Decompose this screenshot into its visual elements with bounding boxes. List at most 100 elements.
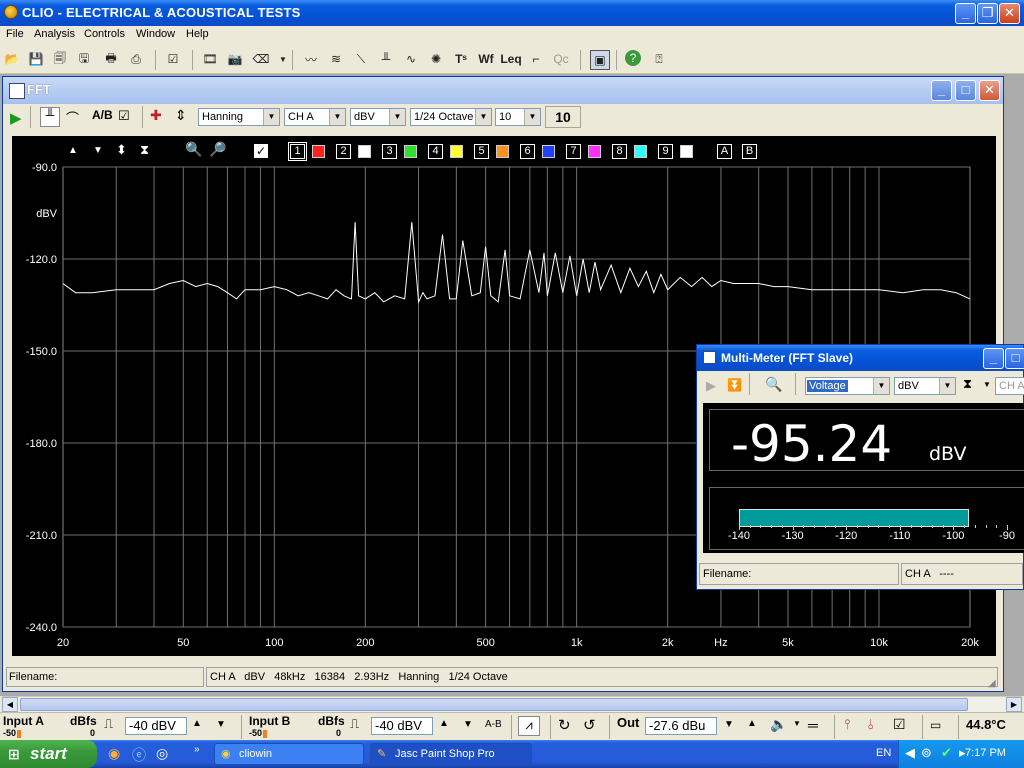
multimeter-title: Multi-Meter (FFT Slave) [721,351,854,365]
firefox-icon[interactable]: ◉ [108,745,120,762]
mic-power-icon[interactable]: ⫯ [844,716,850,733]
mic-phantom-icon[interactable]: ⫰ [868,716,874,733]
mm-range-dropdown-icon[interactable]: ▼ [983,380,991,389]
mm-reading-unit: dBV [929,443,967,465]
input-b-down-icon[interactable]: ▼ [463,719,473,730]
input-b-pulse-icon[interactable]: ⎍ [350,716,359,732]
y-tick-label: -240.0 [26,622,57,634]
mm-channel-select[interactable]: CH A [995,377,1024,395]
multimeter-minimize-button[interactable]: _ [983,348,1004,369]
calibration-icon[interactable]: ☑ [893,716,906,733]
a-minus-b-button[interactable]: A-B [485,719,502,730]
mm-bar-tick-label: -100 [942,530,965,542]
out-up-icon[interactable]: ▲ [747,718,757,729]
task-cliowin[interactable]: ◉ cliowin [214,743,364,765]
task-paint-shop-pro[interactable]: ✎ Jasc Paint Shop Pro [370,743,532,765]
speaker-dropdown-icon[interactable]: ▼ [793,719,801,728]
x-tick-label: 50 [177,637,189,649]
y-tick-label: -120.0 [26,254,57,266]
input-b-label: Input B [249,714,291,728]
tray-network-icon[interactable]: ⊚ [921,745,932,761]
tray-check-icon[interactable]: ✔ [941,745,952,761]
mm-zoom-icon[interactable]: 🔍 [765,376,782,393]
mm-bar-tick [889,525,891,528]
y-tick-label: -90.0 [32,162,57,174]
media-player-icon[interactable]: ◎ [156,745,168,762]
mm-bar-tick [781,525,783,528]
horizontal-scrollbar[interactable]: ◀ ▶ [2,696,1022,713]
input-a-range-field[interactable]: -40 dBV [125,717,187,735]
input-a-scale-max: 0 [90,728,96,738]
input-b-scale-max: 0 [336,728,342,738]
input-a-pulse-icon[interactable]: ⎍ [104,716,113,732]
fft-info-text: CH A dBV 48kHz 16384 2.93Hz Hanning 1/24… [210,671,508,683]
mm-bar-tick [996,525,998,528]
x-tick-label: 20k [961,637,979,649]
y-tick-label: -210.0 [26,530,57,542]
mm-bar-tick [931,525,933,528]
start-button[interactable]: ⊞ start [0,740,97,768]
clock: 7:17 PM [965,747,1006,759]
mm-play-icon[interactable]: ▶ [706,378,716,394]
out-label: Out [617,715,640,730]
mm-bar-tick [760,525,762,528]
mm-bar-tick [835,525,837,528]
fft-info-status: CH A dBV 48kHz 16384 2.93Hz Hanning 1/24… [206,667,998,687]
x-tick-label: 200 [356,637,374,649]
mm-bar-tick-label: -140 [727,530,751,542]
mm-level-bar [739,509,970,527]
control-bar: Input A dBfs -50 0 ⎍ -40 dBV ▲ ▼ Input B… [0,712,1024,741]
resize-grip-icon[interactable]: ◢ [988,678,996,689]
taskbar: ⊞ start ◉ ⓔ ◎ » ◉ cliowin ✎ Jasc Paint S… [0,740,1024,768]
x-tick-label: 100 [265,637,283,649]
mm-bar-tick [910,525,912,528]
tray-back-icon[interactable]: ◀ [905,745,915,761]
input-a-down-icon[interactable]: ▼ [216,719,226,730]
autorange-icon[interactable]: ⩘ [518,716,540,736]
scroll-right-icon[interactable]: ▶ [1006,697,1022,712]
scroll-left-icon[interactable]: ◀ [2,697,18,712]
mm-bar-tick [739,525,740,530]
input-a-scale-min: -50 [3,728,17,738]
speaker-icon[interactable]: 🔈 [770,716,787,733]
mm-mode-select[interactable]: Voltage ▼ [805,377,890,395]
y-tick-label: -180.0 [26,438,57,450]
mm-bar-tick [749,525,751,528]
mm-filename-status: Filename: [699,563,899,585]
input-b-up-icon[interactable]: ▲ [439,718,449,729]
scroll-thumb[interactable] [20,698,968,711]
windows-logo-icon: ⊞ [8,746,20,762]
language-indicator[interactable]: EN [876,747,891,759]
fft-filename-status: Filename: [6,667,204,687]
mm-status: CH A ---- [901,563,1023,585]
mm-bar-tick [921,525,923,528]
out-down-icon[interactable]: ▼ [724,719,734,730]
mm-bar-tick-label: -110 [889,530,911,542]
multimeter-maximize-button[interactable]: □ [1005,348,1024,369]
mm-unit-select[interactable]: dBV ▼ [894,377,956,395]
balanced-output-icon[interactable]: ═ [808,717,818,733]
mm-display: -95.24 dBV -140 -130 -120 -110 -100 -90 [703,403,1024,553]
mm-bar-tick [803,525,805,528]
multimeter-window[interactable]: Multi-Meter (FFT Slave) _ □ ▶ ⏬ 🔍 Voltag… [696,344,1024,590]
loop-back-icon[interactable]: ↺ [583,716,596,734]
multimeter-title-bar[interactable]: Multi-Meter (FFT Slave) _ □ [697,345,1024,371]
mm-bar-tick [899,525,901,530]
mm-bar-tick [867,525,869,528]
mm-range-icon[interactable]: ⧗ [963,376,972,392]
system-tray: ◀ ⊚ ✔ ▸ 7:17 PM [898,740,1024,768]
input-a-up-icon[interactable]: ▲ [192,718,202,729]
ie-icon[interactable]: ⓔ [132,745,146,765]
mm-bar-tick [1007,525,1008,530]
quicklaunch-more-icon[interactable]: » [194,744,200,755]
hardware-icon[interactable]: ▭ [930,718,941,732]
x-tick-label: 1k [571,637,583,649]
mm-hold-icon[interactable]: ⏬ [727,378,742,392]
input-a-level-meter [17,730,21,738]
spectrum-trace [62,222,971,304]
input-b-range-field[interactable]: -40 dBV [371,717,433,735]
loop-icon[interactable]: ↻ [558,716,571,734]
output-level-field[interactable]: -27.6 dBu [645,717,717,735]
input-b-unit: dBfs [318,714,345,728]
input-b-scale-min: -50 [249,728,263,738]
